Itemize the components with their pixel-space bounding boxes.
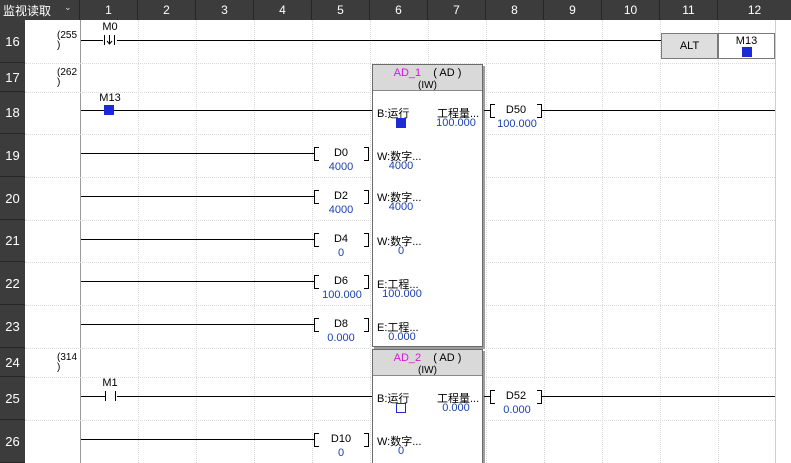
col-header-6[interactable]: 6 xyxy=(370,0,428,20)
operand-value: 0.000 xyxy=(503,404,531,416)
col-header-4[interactable]: 4 xyxy=(254,0,312,20)
operand-device: D4 xyxy=(333,233,349,245)
operand-device: D52 xyxy=(505,390,527,402)
operand-value: 0 xyxy=(337,247,345,259)
row-header-18[interactable]: 18 xyxy=(0,92,25,134)
operand-value: 0.000 xyxy=(327,332,355,344)
operand-device: D6 xyxy=(333,275,349,287)
row-header-23[interactable]: 23 xyxy=(0,305,25,348)
pin-e2-value: 0.000 xyxy=(388,331,416,343)
col-header-10[interactable]: 10 xyxy=(602,0,660,20)
row-header-16[interactable]: 16 xyxy=(0,20,25,63)
ladder-monitor-window: { "header": { "corner_label": "监视读取", "c… xyxy=(0,0,791,463)
contact-m13-state[interactable] xyxy=(104,105,114,115)
alt-output-m13[interactable]: M13 xyxy=(718,33,775,59)
row-header-22[interactable]: 22 xyxy=(0,262,25,305)
arrow-down-icon xyxy=(106,35,113,45)
row-header-17[interactable]: 17 xyxy=(0,63,25,92)
contact-m1[interactable] xyxy=(105,391,117,402)
operand-device: D0 xyxy=(333,147,349,159)
pin-e1-value: 100.000 xyxy=(382,288,422,300)
step-number-255: (255 ) xyxy=(57,30,78,51)
step-number-262: (262 ) xyxy=(57,67,78,88)
contact-device-m1: M1 xyxy=(102,377,118,389)
pin-w3-value: 0 xyxy=(397,245,405,257)
monitor-read-dropdown[interactable]: 监视读取 ⌄ xyxy=(0,0,80,20)
col-header-8[interactable]: 8 xyxy=(486,0,544,20)
col-header-11[interactable]: 11 xyxy=(660,0,718,20)
contact-device-m0: M0 xyxy=(102,21,118,33)
fb-subtype: (IW) xyxy=(418,365,437,376)
pin-eng-out-value: 100.000 xyxy=(436,117,476,129)
operand-device: D8 xyxy=(333,318,349,330)
col-header-7[interactable]: 7 xyxy=(428,0,486,20)
chevron-down-icon[interactable]: ⌄ xyxy=(64,2,72,13)
row-header-19[interactable]: 19 xyxy=(0,134,25,177)
row-header-24[interactable]: 24 xyxy=(0,348,25,377)
row-header-25[interactable]: 25 xyxy=(0,377,25,420)
row-header-26[interactable]: 26 xyxy=(0,420,25,463)
operand-device: D2 xyxy=(333,190,349,202)
pin-eng-out-value: 0.000 xyxy=(442,402,470,414)
falling-pulse-contact[interactable] xyxy=(103,33,117,47)
fb-instance-name: AD_2 xyxy=(393,352,422,364)
fb-subtype: (IW) xyxy=(418,80,437,91)
contact-device-m13: M13 xyxy=(99,92,121,104)
col-header-2[interactable]: 2 xyxy=(138,0,196,20)
step-number-314: (314 ) xyxy=(57,352,78,373)
operand-device: D50 xyxy=(505,104,527,116)
fb-type-name: ( AD ) xyxy=(433,352,462,364)
col-header-3[interactable]: 3 xyxy=(196,0,254,20)
col-header-9[interactable]: 9 xyxy=(544,0,602,20)
col-header-1[interactable]: 1 xyxy=(80,0,138,20)
coil-state-indicator xyxy=(742,47,752,57)
operand-value: 100.000 xyxy=(322,289,362,301)
pin-w1-value: 4000 xyxy=(388,160,414,172)
fb-instance-name: AD_1 xyxy=(393,67,422,79)
pin-run-state xyxy=(396,403,406,413)
pin-run-state xyxy=(396,118,406,128)
fb-ad2-header: AD_2 ( AD ) (IW) xyxy=(373,350,482,376)
operand-value: 4000 xyxy=(328,161,354,173)
operand-value: 4000 xyxy=(328,204,354,216)
fb-ad1-header: AD_1 ( AD ) (IW) xyxy=(373,65,482,91)
alt-output-device: M13 xyxy=(735,35,758,47)
fb-ad2[interactable]: AD_2 ( AD ) (IW) B:运行 工程量... 0.000 W:数字.… xyxy=(372,349,483,463)
col-header-5[interactable]: 5 xyxy=(312,0,370,20)
monitor-read-label: 监视读取 xyxy=(3,3,52,18)
alt-instruction[interactable]: ALT xyxy=(661,33,718,59)
row-header-20[interactable]: 20 xyxy=(0,177,25,220)
row-header-21[interactable]: 21 xyxy=(0,220,25,262)
fb-ad1[interactable]: AD_1 ( AD ) (IW) B:运行 工程量... 100.000 W:数… xyxy=(372,64,483,347)
pin-w2-value: 4000 xyxy=(388,201,414,213)
operand-device: D10 xyxy=(330,433,352,445)
col-header-12[interactable]: 12 xyxy=(718,0,791,20)
operand-value: 100.000 xyxy=(497,118,537,130)
fb-type-name: ( AD ) xyxy=(433,67,462,79)
pin-w1-value: 0 xyxy=(397,445,405,457)
operand-value: 0 xyxy=(337,447,345,459)
